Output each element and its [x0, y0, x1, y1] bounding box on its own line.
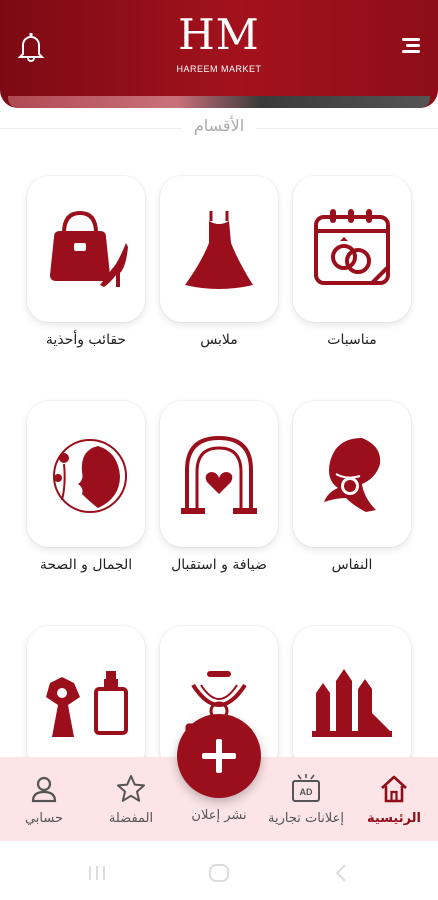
category-bags-shoes[interactable]: حقائب وأحذية: [24, 176, 148, 348]
system-nav-bar: [0, 841, 438, 900]
category-card[interactable]: [27, 176, 145, 322]
category-label: حقائب وأحذية: [45, 332, 127, 348]
calendar-rings-icon: [314, 209, 390, 285]
post-ad-button[interactable]: [177, 714, 261, 798]
bell-icon[interactable]: [14, 30, 48, 64]
category-card[interactable]: [293, 401, 411, 547]
category-postpartum[interactable]: النفاس: [290, 401, 414, 573]
back-icon[interactable]: [330, 861, 354, 885]
category-card[interactable]: [160, 401, 278, 547]
category-label: ملابس: [200, 332, 238, 348]
section-title: الأقسام: [0, 116, 438, 140]
logo: HM HAREEM MARKET: [176, 10, 262, 75]
app-header: HM HAREEM MARKET: [0, 0, 438, 108]
post-ad-label: نشر إعلان: [191, 808, 247, 823]
category-card[interactable]: [160, 176, 278, 322]
category-card[interactable]: [27, 401, 145, 547]
bag-heel-icon: [50, 210, 128, 287]
nav-account[interactable]: حسابي: [0, 773, 88, 826]
recent-apps-icon[interactable]: [85, 861, 109, 885]
nav-favorites[interactable]: المفضلة: [87, 773, 175, 826]
user-icon: [31, 776, 57, 803]
beauty-face-icon: [53, 439, 127, 513]
category-label: النفاس: [331, 557, 373, 573]
category-card[interactable]: [293, 626, 411, 772]
home-icon: [381, 775, 407, 803]
bouncy-castle-icon: [312, 669, 392, 737]
home-system-icon[interactable]: [207, 861, 231, 885]
category-occasions[interactable]: مناسبات: [290, 176, 414, 348]
category-card[interactable]: [27, 626, 145, 772]
category-clothes[interactable]: ملابس: [157, 176, 281, 348]
menu-icon[interactable]: [396, 30, 426, 60]
plus-icon: [202, 739, 236, 773]
dress-icon: [185, 211, 253, 289]
category-card[interactable]: [293, 176, 411, 322]
mother-baby-icon: [324, 438, 381, 512]
category-label: الجمال و الصحة: [39, 557, 133, 573]
category-label: ضيافة و استقبال: [171, 557, 267, 573]
nav-home[interactable]: الرئيسية: [350, 773, 438, 826]
ad-icon: AD: [292, 774, 320, 802]
perfume-dress-icon: [46, 671, 128, 737]
banner-carousel[interactable]: [8, 96, 430, 108]
heart-arch-icon: [181, 435, 257, 514]
svg-text:AD: AD: [300, 787, 313, 797]
nav-commercial-ads[interactable]: AD إعلانات تجارية: [262, 773, 350, 826]
star-icon: [117, 775, 145, 802]
category-label: مناسبات: [327, 332, 377, 348]
category-beauty-health[interactable]: الجمال و الصحة: [24, 401, 148, 573]
category-hospitality[interactable]: ضيافة و استقبال: [157, 401, 281, 573]
